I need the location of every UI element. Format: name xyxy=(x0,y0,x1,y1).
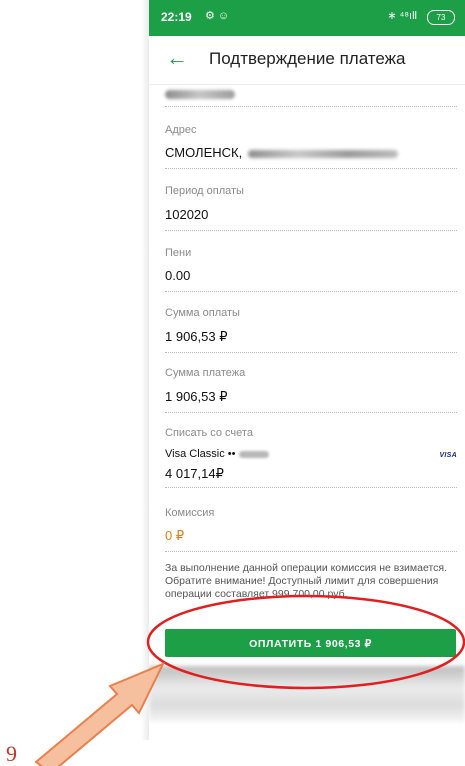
blurred-address xyxy=(248,149,399,158)
divider xyxy=(165,291,457,292)
phone-screen: 22:19 ⚙ ☺ ∗ ⁴⁸ıll 73 ← Подтверждение пла… xyxy=(149,0,465,735)
penalty-value: 0.00 xyxy=(165,268,191,283)
phone-edge-shadow xyxy=(141,0,149,740)
total-sum-label: Сумма платежа xyxy=(165,367,246,379)
total-sum-value: 1 906,53 ₽ xyxy=(165,389,228,404)
back-arrow-icon[interactable]: ← xyxy=(165,46,189,70)
address-value: СМОЛЕНСК, xyxy=(165,145,399,160)
pay-button[interactable]: ОПЛАТИТЬ 1 906,53 ₽ xyxy=(165,629,456,657)
divider xyxy=(165,412,457,413)
note-line-limit: Обратите внимание! Доступный лимит для с… xyxy=(165,575,439,600)
account-card[interactable]: Visa Classic •• xyxy=(165,448,270,460)
period-label: Период оплаты xyxy=(165,185,244,197)
blurred-card-digits xyxy=(239,450,270,458)
status-notification-icons: ⚙ ☺ xyxy=(205,10,230,22)
divider xyxy=(165,230,457,231)
status-time: 22:19 xyxy=(161,10,192,24)
page-title: Подтверждение платежа xyxy=(209,49,406,68)
period-value: 102020 xyxy=(165,207,209,222)
address-city: СМОЛЕНСК, xyxy=(165,145,243,160)
divider xyxy=(165,487,457,488)
payment-sum-value: 1 906,53 ₽ xyxy=(165,329,228,344)
note-line-commission: За выполнение данной операции комиссия н… xyxy=(165,562,447,574)
account-balance: 4 017,14₽ xyxy=(165,466,224,481)
divider xyxy=(165,352,457,353)
account-label: Списать со счета xyxy=(165,427,253,439)
divider xyxy=(165,168,457,169)
payment-sum-label: Сумма оплаты xyxy=(165,307,240,319)
signal-icon: ∗ ⁴⁸ıll xyxy=(387,10,417,22)
address-label: Адрес xyxy=(165,124,197,136)
divider xyxy=(165,106,457,107)
commission-value: 0 ₽ xyxy=(165,528,185,543)
commission-note: За выполнение данной операции комиссия н… xyxy=(165,562,457,601)
app-bar: ← Подтверждение платежа xyxy=(149,36,465,85)
step-number: 9 xyxy=(6,741,17,766)
divider xyxy=(165,551,457,552)
status-bar: 22:19 ⚙ ☺ ∗ ⁴⁸ıll 73 xyxy=(149,0,465,36)
screenshot-page: 22:19 ⚙ ☺ ∗ ⁴⁸ıll 73 ← Подтверждение пла… xyxy=(0,0,465,766)
visa-logo-icon: VISA xyxy=(439,452,457,459)
bottom-blurred-area xyxy=(149,666,465,722)
blurred-value xyxy=(165,90,235,99)
commission-label: Комиссия xyxy=(165,507,215,519)
penalty-label: Пени xyxy=(165,247,192,259)
card-name: Visa Classic •• xyxy=(165,448,236,460)
battery-icon: 73 xyxy=(427,10,455,25)
